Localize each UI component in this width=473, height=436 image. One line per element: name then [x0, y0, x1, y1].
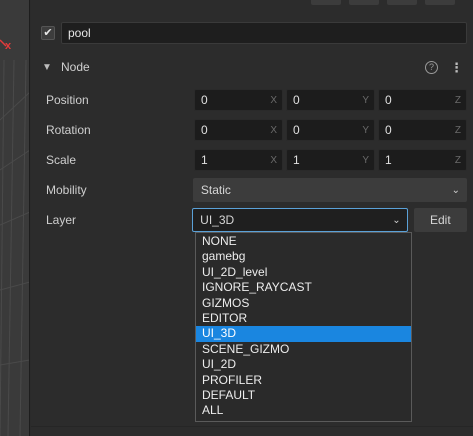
section-title: Node	[61, 60, 90, 74]
chevron-down-icon: ⌄	[392, 214, 401, 226]
axis-z-hint: Z	[454, 154, 461, 166]
scale-row: Scale 1 X 1 Y 1 Z	[46, 149, 467, 171]
mobility-select[interactable]: Static ⌄	[192, 178, 467, 202]
layer-option[interactable]: GIZMOS	[196, 296, 411, 311]
layer-option[interactable]: UI_2D_level	[196, 265, 411, 280]
toolbar-remnants	[311, 0, 455, 6]
layer-dropdown-list: NONE gamebg UI_2D_level IGNORE_RAYCAST GIZMO…	[195, 232, 412, 422]
help-icon[interactable]: ?	[425, 60, 438, 74]
mobility-row: Mobility Static ⌄	[46, 178, 467, 202]
position-z-input[interactable]: 0 Z	[378, 89, 467, 111]
rotation-x-input[interactable]: 0 X	[194, 119, 283, 141]
scale-z-value: 1	[385, 153, 392, 167]
position-x-input[interactable]: 0 X	[194, 89, 283, 111]
rotation-z-value: 0	[385, 123, 392, 137]
layer-option[interactable]: PROFILER	[196, 373, 411, 388]
axis-y-hint: Y	[362, 154, 369, 166]
toolbar-button[interactable]	[349, 0, 379, 5]
node-name-input[interactable]: pool	[61, 22, 467, 44]
rotation-y-value: 0	[293, 123, 300, 137]
layer-option[interactable]: DEFAULT	[196, 388, 411, 403]
layer-label: Layer	[46, 213, 77, 227]
layer-select[interactable]: UI_3D ⌄	[192, 208, 408, 232]
scale-x-value: 1	[201, 153, 208, 167]
scale-y-input[interactable]: 1 Y	[286, 149, 375, 171]
position-label: Position	[46, 93, 89, 107]
layer-option[interactable]: gamebg	[196, 249, 411, 264]
layer-value: UI_3D	[200, 213, 235, 227]
node-section-header[interactable]: ▼ Node ? ⋮	[37, 56, 467, 78]
axis-x-hint: X	[270, 154, 277, 166]
axis-y-hint: Y	[362, 94, 369, 106]
scale-z-input[interactable]: 1 Z	[378, 149, 467, 171]
rotation-row: Rotation 0 X 0 Y 0 Z	[46, 119, 467, 141]
axis-y-hint: Y	[362, 124, 369, 136]
toolbar-button[interactable]	[387, 0, 417, 5]
node-name-row: ✔ pool	[41, 22, 467, 44]
divider	[31, 426, 473, 427]
scene-viewport[interactable]: x	[0, 0, 30, 436]
axis-x-hint: X	[270, 124, 277, 136]
layer-option[interactable]: SCENE_GIZMO	[196, 342, 411, 357]
axis-x-label: x	[5, 40, 12, 52]
position-z-value: 0	[385, 93, 392, 107]
more-icon[interactable]: ⋮	[450, 61, 463, 74]
toolbar-button[interactable]	[311, 0, 341, 5]
scale-y-value: 1	[293, 153, 300, 167]
layer-option[interactable]: UI_2D	[196, 357, 411, 372]
position-y-value: 0	[293, 93, 300, 107]
layer-option[interactable]: NONE	[196, 234, 411, 249]
node-active-checkbox[interactable]: ✔	[41, 26, 55, 40]
axis-x-hint: X	[270, 94, 277, 106]
rotation-label: Rotation	[46, 123, 91, 137]
layer-row: Layer UI_3D ⌄ Edit	[46, 208, 467, 232]
layer-edit-button[interactable]: Edit	[413, 208, 467, 232]
toolbar-button[interactable]	[425, 0, 455, 5]
position-x-value: 0	[201, 93, 208, 107]
layer-option[interactable]: IGNORE_RAYCAST	[196, 280, 411, 295]
rotation-y-input[interactable]: 0 Y	[286, 119, 375, 141]
chevron-down-icon: ⌄	[451, 184, 460, 196]
chevron-down-icon[interactable]: ▼	[39, 62, 55, 73]
axis-z-hint: Z	[454, 124, 461, 136]
layer-option[interactable]: EDITOR	[196, 311, 411, 326]
layer-option[interactable]: ALL	[196, 403, 411, 418]
scale-x-input[interactable]: 1 X	[194, 149, 283, 171]
scale-label: Scale	[46, 153, 77, 167]
mobility-value: Static	[200, 183, 231, 197]
layer-option[interactable]: UI_3D	[196, 326, 411, 342]
rotation-x-value: 0	[201, 123, 208, 137]
position-y-input[interactable]: 0 Y	[286, 89, 375, 111]
axis-z-hint: Z	[454, 94, 461, 106]
mobility-label: Mobility	[46, 183, 87, 197]
position-row: Position 0 X 0 Y 0 Z	[46, 89, 467, 111]
rotation-z-input[interactable]: 0 Z	[378, 119, 467, 141]
check-icon: ✔	[43, 26, 53, 39]
